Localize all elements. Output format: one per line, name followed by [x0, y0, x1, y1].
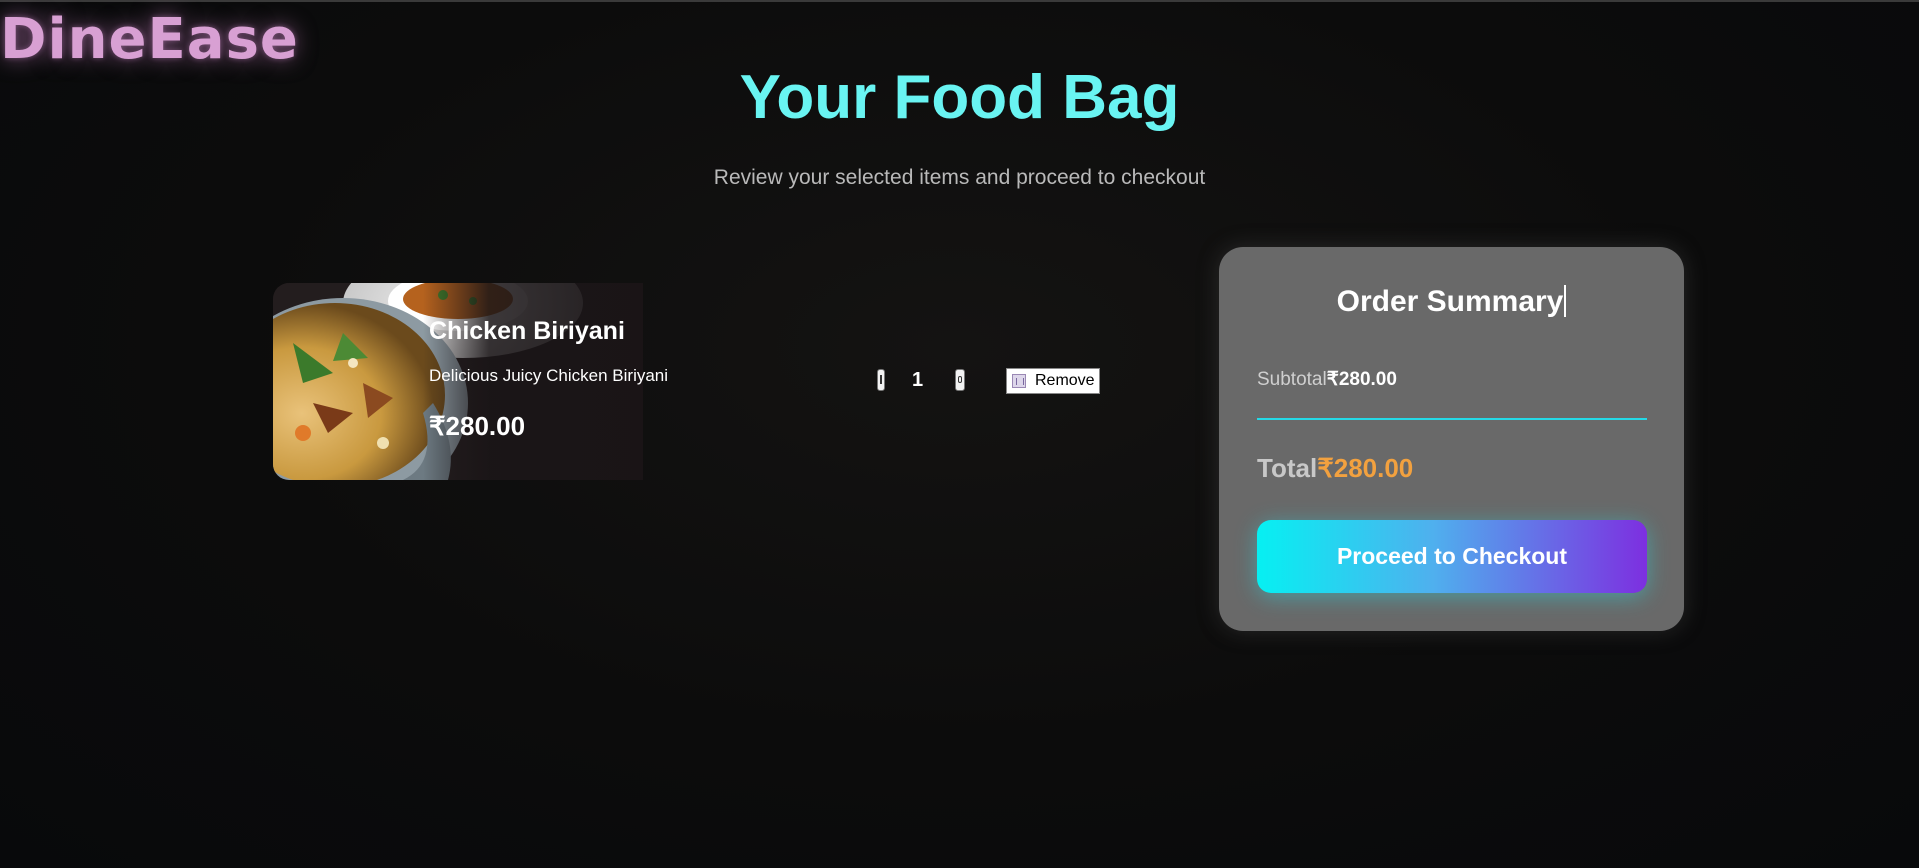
summary-divider: [1257, 418, 1647, 420]
text-cursor: [1564, 285, 1567, 317]
remove-label: Remove: [1035, 372, 1095, 389]
page-title: Your Food Bag: [739, 63, 1180, 132]
quantity-value: 1: [912, 369, 924, 391]
subtotal-row: Subtotal₹280.00: [1257, 368, 1397, 391]
item-description: Delicious Juicy Chicken Biriyani: [429, 366, 669, 385]
decrease-quantity-button[interactable]: [877, 369, 885, 391]
order-summary-card: Order Summary Subtotal₹280.00 Total₹280.…: [1219, 247, 1684, 631]
remove-button[interactable]: Remove: [1006, 368, 1100, 394]
order-summary-title-text: Order Summary: [1336, 285, 1564, 318]
trash-icon: [1012, 374, 1026, 388]
proceed-to-checkout-button[interactable]: Proceed to Checkout: [1257, 520, 1647, 593]
total-label: Total: [1257, 453, 1318, 483]
item-name: Chicken Biriyani: [429, 317, 625, 345]
item-price: ₹280.00: [429, 411, 526, 441]
page-subtitle: Review your selected items and proceed t…: [713, 166, 1206, 189]
total-value: ₹280.00: [1317, 453, 1414, 483]
subtotal-value: ₹280.00: [1326, 369, 1397, 390]
subtotal-label: Subtotal: [1257, 369, 1327, 390]
top-border: [0, 0, 1919, 2]
total-row: Total₹280.00: [1257, 453, 1413, 484]
order-summary-title: Order Summary: [1219, 285, 1684, 319]
increase-quantity-button[interactable]: [955, 369, 965, 391]
cart-item: Chicken Biriyani Delicious Juicy Chicken…: [273, 283, 668, 480]
